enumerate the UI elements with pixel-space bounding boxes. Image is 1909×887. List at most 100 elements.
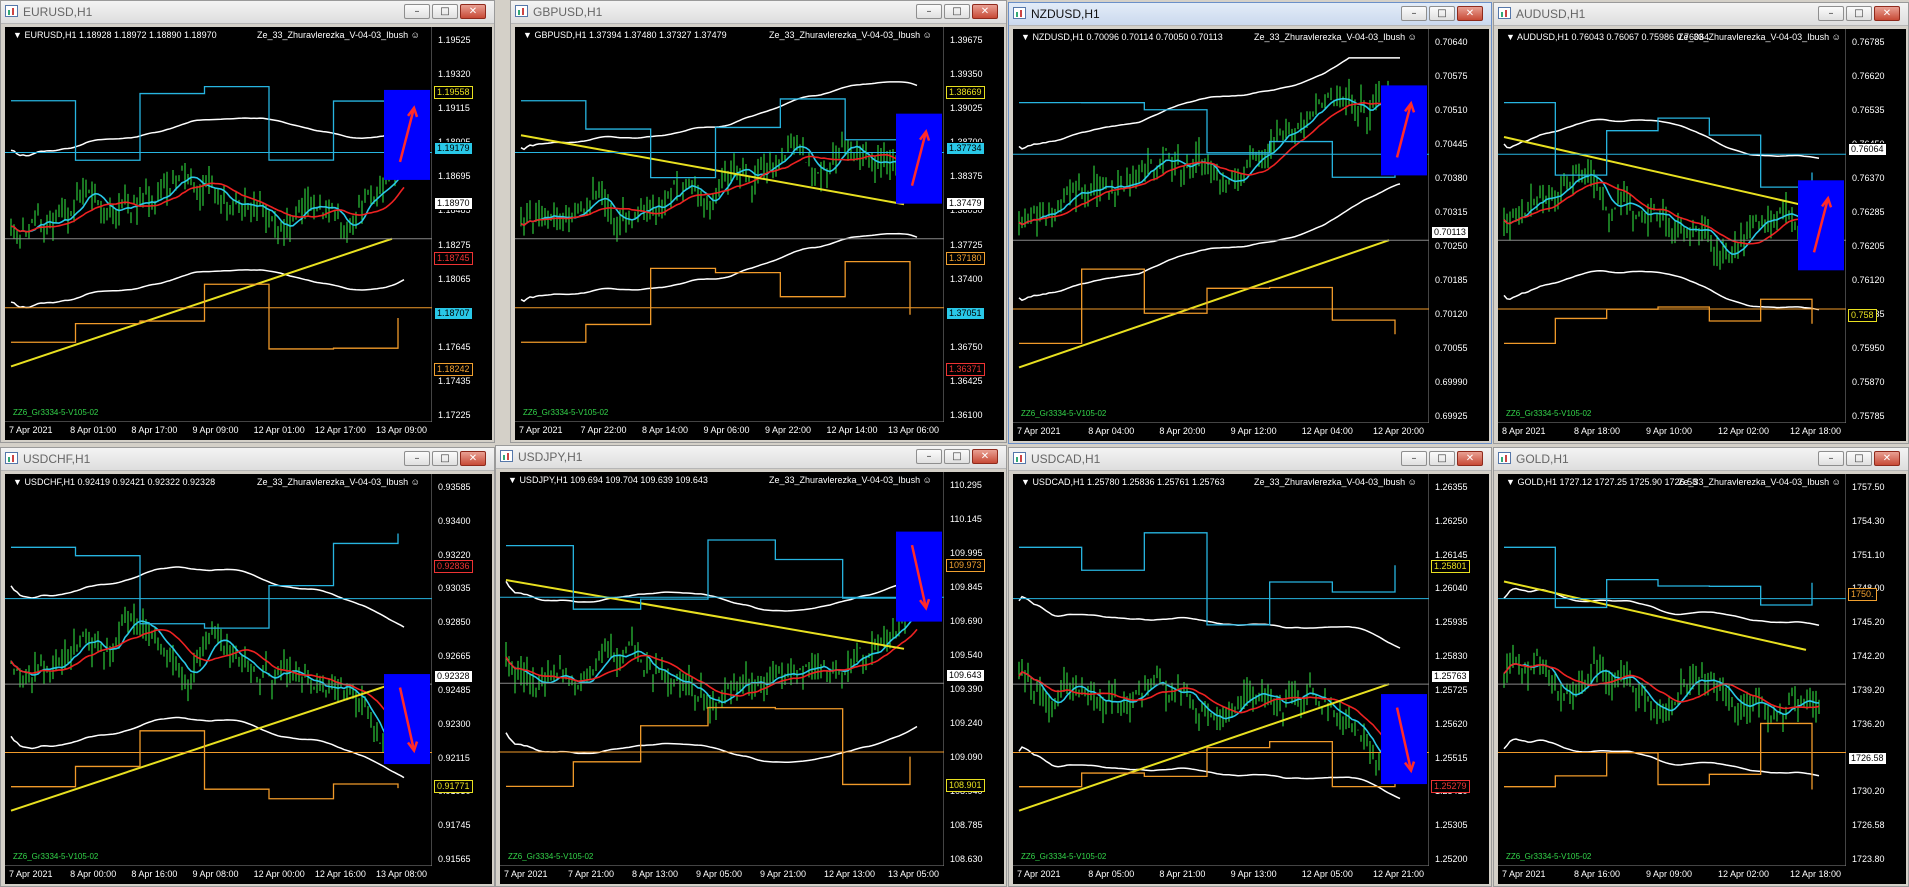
time-axis[interactable]: 7 Apr 2021 8 Apr 04:00 8 Apr 20:00 9 Apr 12…: [1013, 423, 1489, 441]
chart-window-usdchf[interactable]: USDCHF,H1 – □ ✕ ▼ USDCHF,H1 0.92419 0.92…: [0, 447, 495, 887]
chart-window-usdjpy[interactable]: USDJPY,H1 – □ ✕ ▼ USDJPY,H1 109.694 109.…: [495, 445, 1007, 887]
collapse-triangle-icon[interactable]: ▼: [1021, 477, 1030, 487]
window-titlebar[interactable]: USDJPY,H1 – □ ✕: [496, 446, 1006, 469]
close-button[interactable]: ✕: [460, 451, 486, 466]
maximize-button[interactable]: □: [1846, 6, 1872, 21]
price-axis[interactable]: 0.767850.766200.765350.764500.763700.762…: [1846, 29, 1906, 423]
price-axis[interactable]: 1.396751.393501.390251.387001.383751.380…: [944, 27, 1004, 422]
time-axis[interactable]: 7 Apr 2021 8 Apr 16:00 9 Apr 09:00 12 Apr 0…: [1498, 866, 1906, 884]
price-tick: 1.17435: [438, 375, 471, 386]
maximize-button[interactable]: □: [944, 449, 970, 464]
maximize-button[interactable]: □: [1429, 6, 1455, 21]
chart-window-nzdusd[interactable]: NZDUSD,H1 – □ ✕ ▼ NZDUSD,H1 0.70096 0.70…: [1008, 2, 1492, 444]
window-titlebar[interactable]: USDCAD,H1 – □ ✕: [1009, 448, 1491, 471]
window-titlebar[interactable]: GBPUSD,H1 – □ ✕: [511, 1, 1006, 24]
time-axis[interactable]: 7 Apr 2021 7 Apr 21:00 8 Apr 13:00 9 Apr 05…: [500, 866, 1004, 884]
price-chart-canvas[interactable]: [500, 472, 1004, 884]
time-axis[interactable]: 8 Apr 2021 8 Apr 18:00 9 Apr 10:00 12 Apr 0…: [1498, 423, 1906, 441]
minimize-button[interactable]: –: [404, 4, 430, 19]
chart-window-audusd[interactable]: AUDUSD,H1 – □ ✕ ▼ AUDUSD,H1 0.76043 0.76…: [1493, 2, 1909, 444]
envelope-upper-line: [1018, 595, 1401, 649]
chart-plot-area[interactable]: ▼ USDCHF,H1 0.92419 0.92421 0.92322 0.92…: [5, 474, 492, 884]
price-tag-level: 1750.: [1848, 587, 1877, 601]
price-tick: 0.70315: [1435, 207, 1468, 217]
price-chart-canvas[interactable]: [515, 27, 1004, 440]
price-tick: 0.76535: [1852, 105, 1885, 115]
price-tick: 110.295: [950, 480, 982, 490]
window-titlebar[interactable]: EURUSD,H1 – □ ✕: [1, 1, 494, 24]
price-axis[interactable]: 1757.501754.301751.101748.001745.201742.…: [1846, 474, 1906, 866]
close-button[interactable]: ✕: [1457, 6, 1483, 21]
price-chart-canvas[interactable]: [1013, 474, 1489, 884]
chart-window-gbpusd[interactable]: GBPUSD,H1 – □ ✕ ▼ GBPUSD,H1 1.37394 1.37…: [510, 0, 1007, 443]
indicator-label: Ze_33_Zhuravlerezka_V-04-03_Ibush ☺: [1678, 477, 1841, 487]
price-tick: 0.69990: [1435, 377, 1468, 387]
window-titlebar[interactable]: USDCHF,H1 – □ ✕: [1, 448, 494, 471]
maximize-button[interactable]: □: [432, 4, 458, 19]
minimize-button[interactable]: –: [1818, 451, 1844, 466]
minimize-button[interactable]: –: [404, 451, 430, 466]
price-tag-level: 1.37180: [946, 252, 985, 266]
chart-window-gold[interactable]: GOLD,H1 – □ ✕ ▼ GOLD,H1 1727.12 1727.25 …: [1493, 447, 1909, 887]
chart-plot-area[interactable]: ▼ GBPUSD,H1 1.37394 1.37480 1.37327 1.37…: [515, 27, 1004, 440]
minimize-button[interactable]: –: [1401, 451, 1427, 466]
maximize-button[interactable]: □: [944, 4, 970, 19]
collapse-triangle-icon[interactable]: ▼: [523, 30, 532, 40]
collapse-triangle-icon[interactable]: ▼: [1506, 32, 1515, 42]
maximize-button[interactable]: □: [1429, 451, 1455, 466]
close-button[interactable]: ✕: [972, 4, 998, 19]
price-chart-canvas[interactable]: [5, 27, 492, 440]
price-chart-canvas[interactable]: [1498, 29, 1906, 441]
price-axis[interactable]: 0.70640 0.70575 0.70510 0.70445 0.70380 0.703…: [1429, 29, 1489, 423]
maximize-button[interactable]: □: [432, 451, 458, 466]
price-tick: 1.26355: [1435, 482, 1468, 492]
time-axis[interactable]: 7 Apr 2021 8 Apr 01:00 8 Apr 17:00 9 Apr 09…: [5, 422, 492, 440]
minimize-button[interactable]: –: [916, 4, 942, 19]
minimize-button[interactable]: –: [916, 449, 942, 464]
collapse-triangle-icon[interactable]: ▼: [1021, 32, 1030, 42]
price-tick: 1.26040: [1435, 583, 1468, 594]
window-titlebar[interactable]: GOLD,H1 – □ ✕: [1494, 448, 1908, 471]
minimize-button[interactable]: –: [1818, 6, 1844, 21]
collapse-triangle-icon[interactable]: ▼: [508, 475, 517, 485]
price-axis[interactable]: 1.195251.193201.191151.189051.186951.184…: [432, 27, 492, 422]
chart-window-usdcad[interactable]: USDCAD,H1 – □ ✕ ▼ USDCAD,H1 1.25780 1.25…: [1008, 447, 1492, 887]
chart-plot-area[interactable]: ▼ NZDUSD,H1 0.70096 0.70114 0.70050 0.70…: [1013, 29, 1489, 441]
price-axis[interactable]: 1.26355 1.26250 1.26145 1.26040 1.25935 1.258…: [1429, 474, 1489, 866]
window-titlebar[interactable]: NZDUSD,H1 – □ ✕: [1009, 3, 1491, 26]
price-chart-canvas[interactable]: [1498, 474, 1906, 884]
symbol-info: ▼ NZDUSD,H1 0.70096 0.70114 0.70050 0.70…: [1021, 32, 1223, 42]
close-button[interactable]: ✕: [460, 4, 486, 19]
price-chart-canvas[interactable]: [1013, 29, 1489, 441]
chart-plot-area[interactable]: ▼ USDJPY,H1 109.694 109.704 109.639 109.…: [500, 472, 1004, 884]
close-button[interactable]: ✕: [972, 449, 998, 464]
maximize-button[interactable]: □: [1846, 451, 1872, 466]
chart-plot-area[interactable]: ▼ GOLD,H1 1727.12 1727.25 1725.90 1726.5…: [1498, 474, 1906, 884]
close-button[interactable]: ✕: [1874, 6, 1900, 21]
minimize-button[interactable]: –: [1401, 6, 1427, 21]
collapse-triangle-icon[interactable]: ▼: [13, 477, 22, 487]
price-axis[interactable]: 110.295 110.145 109.995 109.845 109.690 109.5…: [944, 472, 1004, 866]
close-button[interactable]: ✕: [1874, 451, 1900, 466]
price-chart-canvas[interactable]: [5, 474, 492, 884]
price-axis[interactable]: 0.93585 0.93400 0.93220 0.93035 0.92850 0.926…: [432, 474, 492, 866]
collapse-triangle-icon[interactable]: ▼: [13, 30, 22, 40]
time-axis[interactable]: 7 Apr 2021 7 Apr 22:00 8 Apr 14:00 9 Apr 06…: [515, 422, 1004, 440]
time-axis[interactable]: 7 Apr 2021 8 Apr 05:00 8 Apr 21:00 9 Apr 13…: [1013, 866, 1489, 884]
chart-plot-area[interactable]: ▼ USDCAD,H1 1.25780 1.25836 1.25761 1.25…: [1013, 474, 1489, 884]
time-tick: 7 Apr 22:00: [580, 425, 627, 435]
price-tick: 108.785: [950, 820, 983, 830]
time-axis[interactable]: 7 Apr 2021 8 Apr 00:00 8 Apr 16:00 9 Apr 08…: [5, 866, 492, 884]
chart-plot-area[interactable]: ▼ AUDUSD,H1 0.76043 0.76067 0.75986 0.76…: [1498, 29, 1906, 441]
slow-ma-line: [505, 628, 918, 697]
price-tick: 1.25200: [1435, 854, 1468, 864]
close-button[interactable]: ✕: [1457, 451, 1483, 466]
chart-plot-area[interactable]: ▼ EURUSD,H1 1.18928 1.18972 1.18890 1.18…: [5, 27, 492, 440]
time-tick: 8 Apr 05:00: [1088, 869, 1135, 879]
price-tick: 0.70185: [1435, 275, 1468, 285]
chart-window-eurusd[interactable]: EURUSD,H1 – □ ✕ ▼ EURUSD,H1 1.18928 1.18…: [0, 0, 495, 443]
collapse-triangle-icon[interactable]: ▼: [1506, 477, 1515, 487]
price-tick: 1.17645: [438, 341, 471, 352]
smiley-icon: ☺: [1407, 32, 1417, 42]
window-titlebar[interactable]: AUDUSD,H1 – □ ✕: [1494, 3, 1908, 26]
